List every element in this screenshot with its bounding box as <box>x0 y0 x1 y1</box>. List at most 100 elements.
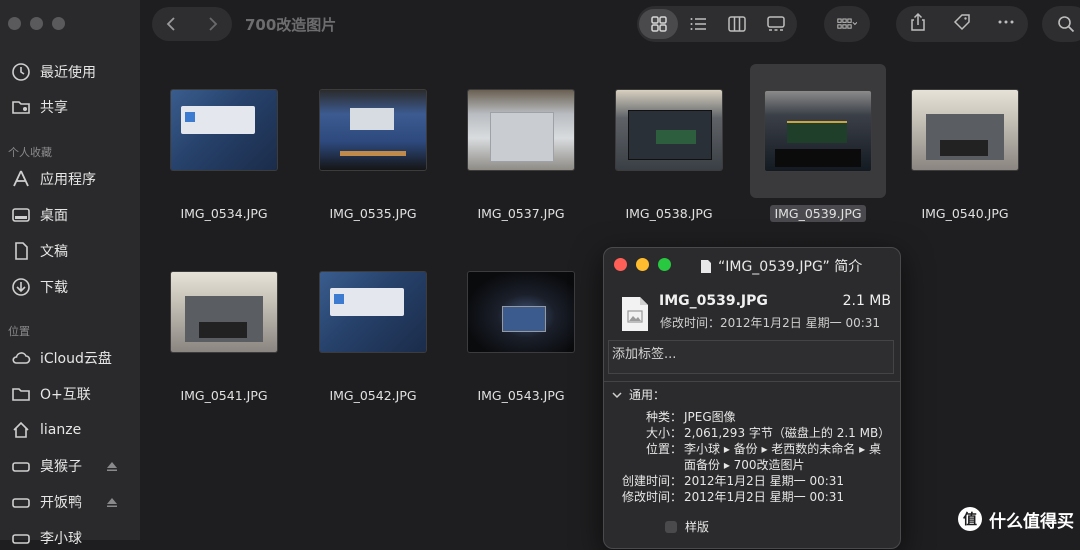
sidebar-item-label: 最近使用 <box>40 65 96 81</box>
file-item[interactable]: IMG_0535.JPG <box>305 68 441 228</box>
action-buttons <box>896 6 1028 42</box>
sidebar-item-label: 下载 <box>40 280 68 296</box>
file-item[interactable]: IMG_0538.JPG <box>601 68 737 228</box>
more-button[interactable] <box>996 12 1016 36</box>
svg-text:值: 值 <box>963 511 977 528</box>
file-name: IMG_0539.JPG <box>770 205 866 222</box>
image-thumbnail <box>765 91 871 171</box>
sidebar-item-downloads[interactable]: 下载 <box>10 275 68 299</box>
chevron-down-icon <box>612 391 622 398</box>
minimize-button[interactable] <box>30 17 43 30</box>
file-item[interactable]: IMG_0534.JPG <box>156 68 292 228</box>
watermark: 值 什么值得买 <box>957 506 1074 532</box>
nav-buttons <box>152 7 232 41</box>
info-close-button[interactable] <box>614 258 627 271</box>
file-name: IMG_0541.JPG <box>180 388 268 403</box>
eject-icon[interactable] <box>106 496 118 508</box>
sidebar-item-drive-3[interactable]: 李小球 <box>10 526 82 550</box>
chevron-right-icon <box>209 17 218 31</box>
stationery-checkbox[interactable]: 样版 <box>665 518 709 535</box>
sidebar-item-home[interactable]: lianze <box>10 418 81 442</box>
folder-icon <box>10 383 32 405</box>
search-button[interactable] <box>1042 6 1080 42</box>
file-item[interactable]: IMG_0540.JPG <box>897 68 1033 228</box>
sidebar-item-drive-2[interactable]: 开饭鸭 <box>10 490 82 514</box>
sidebar-item-label: 文稿 <box>40 244 68 260</box>
checkbox[interactable] <box>665 520 677 533</box>
drive-icon <box>10 491 32 513</box>
close-button[interactable] <box>8 17 21 30</box>
sidebar-item-shared[interactable]: 共享 <box>10 95 68 119</box>
sidebar-item-applications[interactable]: 应用程序 <box>10 167 96 191</box>
columns-icon <box>727 16 746 32</box>
document-icon <box>701 259 711 273</box>
gallery-icon <box>766 16 785 31</box>
general-section-toggle[interactable]: 通用： <box>612 386 665 403</box>
forward-button[interactable] <box>192 7 232 41</box>
applications-icon <box>10 168 32 190</box>
file-item[interactable]: IMG_0543.JPG <box>453 250 589 410</box>
image-thumbnail <box>912 90 1018 170</box>
grid-icon <box>650 16 667 32</box>
info-modified: 修改时间：2012年1月2日 星期一 00:31 <box>660 316 881 330</box>
list-view-button[interactable] <box>678 9 717 39</box>
file-name: IMG_0537.JPG <box>477 206 565 221</box>
sidebar-item-label: 臭猴子 <box>40 459 82 475</box>
cloud-icon <box>10 347 32 369</box>
sidebar-item-documents[interactable]: 文稿 <box>10 239 68 263</box>
share-button[interactable] <box>908 12 928 36</box>
image-thumbnail <box>320 272 426 352</box>
info-filename: IMG_0539.JPG <box>659 293 768 309</box>
column-view-button[interactable] <box>717 9 756 39</box>
share-icon <box>911 12 925 31</box>
sidebar-item-label: lianze <box>40 422 82 438</box>
info-window-controls <box>614 258 671 271</box>
file-name: IMG_0542.JPG <box>329 388 417 403</box>
image-thumbnail <box>171 90 277 170</box>
file-name: IMG_0534.JPG <box>180 206 268 221</box>
drive-icon <box>10 527 32 549</box>
search-icon <box>1058 16 1075 33</box>
back-button[interactable] <box>152 7 192 41</box>
sidebar-item-label: O+互联 <box>40 387 91 403</box>
sidebar-item-icloud[interactable]: iCloud云盘 <box>10 346 112 370</box>
sidebar-item-desktop[interactable]: 桌面 <box>10 203 68 227</box>
info-zoom-button[interactable] <box>658 258 671 271</box>
sidebar-item-oplus[interactable]: O+互联 <box>10 382 91 406</box>
sidebar-item-label: iCloud云盘 <box>40 351 112 367</box>
shared-folder-icon <box>10 96 32 118</box>
zoom-button[interactable] <box>52 17 65 30</box>
group-by-button[interactable] <box>824 6 870 42</box>
section-locations: 位置 <box>8 325 30 338</box>
file-item[interactable]: IMG_0541.JPG <box>156 250 292 410</box>
window-controls <box>8 17 65 30</box>
sidebar-item-label: 桌面 <box>40 208 68 224</box>
eject-icon[interactable] <box>106 460 118 472</box>
chevron-left-icon <box>166 17 175 31</box>
file-name: IMG_0535.JPG <box>329 206 417 221</box>
gallery-view-button[interactable] <box>756 9 795 39</box>
download-icon <box>10 276 32 298</box>
divider <box>604 381 900 382</box>
view-switcher <box>637 6 797 42</box>
sidebar-item-recents[interactable]: 最近使用 <box>10 60 96 84</box>
image-thumbnail <box>468 90 574 170</box>
image-thumbnail <box>616 90 722 170</box>
tag-icon <box>953 14 970 31</box>
tag-button[interactable] <box>952 12 972 36</box>
info-minimize-button[interactable] <box>636 258 649 271</box>
info-filesize: 2.1 MB <box>842 293 891 309</box>
tags-input[interactable]: 添加标签... <box>608 340 894 374</box>
file-name: IMG_0538.JPG <box>625 206 713 221</box>
image-thumbnail <box>171 272 277 352</box>
watermark-text: 什么值得买 <box>989 511 1074 532</box>
image-thumbnail <box>468 272 574 352</box>
file-item[interactable]: IMG_0542.JPG <box>305 250 441 410</box>
file-item[interactable]: IMG_0537.JPG <box>453 68 589 228</box>
icon-view-button[interactable] <box>639 9 678 39</box>
file-item-selected[interactable]: IMG_0539.JPG <box>750 64 886 224</box>
group-icon <box>837 18 857 29</box>
file-name: IMG_0540.JPG <box>921 206 1009 221</box>
sidebar-item-drive-1[interactable]: 臭猴子 <box>10 454 82 478</box>
jpeg-file-icon <box>622 297 648 331</box>
